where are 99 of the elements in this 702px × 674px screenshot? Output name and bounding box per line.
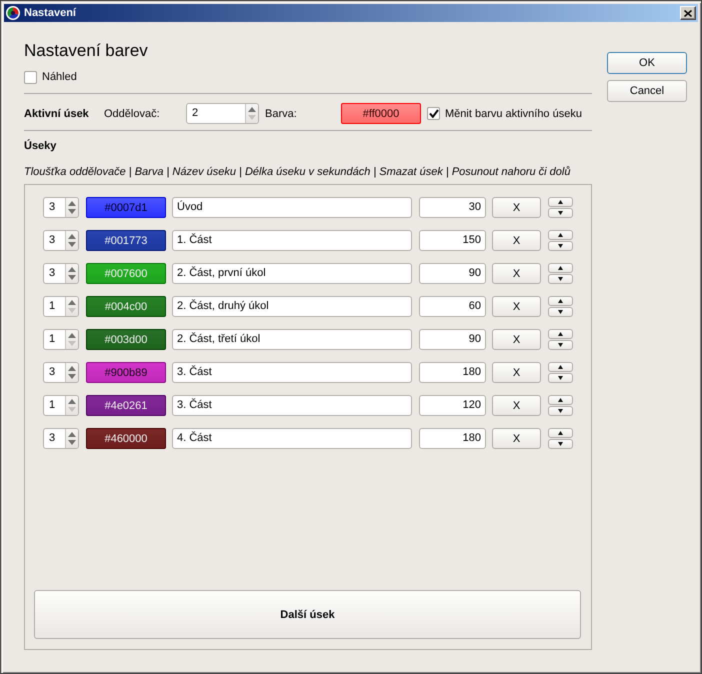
length-field[interactable]: 180 (419, 428, 486, 449)
move-down-button[interactable] (548, 373, 573, 383)
length-field[interactable]: 90 (419, 329, 486, 350)
up-arrow-icon (68, 333, 76, 338)
close-button[interactable] (680, 6, 696, 20)
triangle-down-icon (558, 409, 563, 413)
add-section-button[interactable]: Další úsek (34, 590, 581, 639)
triangle-up-icon (558, 233, 563, 237)
columns-hint: Tloušťka oddělovače | Barva | Název úseku | Délka úseku v sekundách | Smazat úsek | Posunout nahoru či dolů (24, 165, 570, 180)
name-field[interactable]: 4. Část (172, 428, 412, 449)
up-arrow-icon (68, 366, 76, 372)
move-down-button[interactable] (548, 274, 573, 284)
spinbox[interactable]: 1 (43, 296, 79, 317)
move-up-button[interactable] (548, 230, 573, 240)
move-up-button[interactable] (548, 395, 573, 405)
window-title: Nastavení (24, 7, 78, 19)
triangle-down-icon (558, 277, 563, 281)
move-down-button[interactable] (548, 208, 573, 218)
name-field[interactable]: 2. Část, druhý úkol (172, 296, 412, 317)
triangle-up-icon (558, 266, 563, 270)
triangle-down-icon (558, 211, 563, 215)
up-arrow-icon (68, 267, 76, 272)
triangle-up-icon (558, 200, 563, 204)
delete-button[interactable]: X (492, 362, 541, 383)
name-field[interactable]: 2. Část, třetí úkol (172, 329, 412, 350)
checkbox-label: Náhled (42, 71, 77, 83)
triangle-up-icon (558, 398, 563, 402)
name-field[interactable]: 3. Část (172, 362, 412, 383)
color-wheel-icon (6, 6, 20, 20)
move-up-button[interactable] (548, 296, 573, 306)
length-field[interactable]: 90 (419, 263, 486, 284)
length-field[interactable]: 150 (419, 230, 486, 251)
section-label: Aktivní úsek (24, 108, 90, 120)
spinbox[interactable]: 1 (43, 395, 79, 416)
name-field[interactable]: Úvod (172, 197, 412, 218)
name-field[interactable]: 2. Část, první úkol (172, 263, 412, 284)
close-icon (684, 10, 692, 16)
triangle-up-icon (558, 299, 563, 303)
triangle-down-icon (558, 442, 563, 446)
color-button[interactable]: #4e0261 (86, 395, 166, 416)
checkbox[interactable] (24, 70, 37, 84)
length-field[interactable]: 180 (419, 362, 486, 383)
dialog-heading: Nastavení barev (24, 40, 149, 62)
triangle-up-icon (558, 365, 563, 369)
spinbox[interactable]: 3 (43, 428, 79, 449)
cancel-button[interactable]: Cancel (607, 80, 687, 102)
move-down-button[interactable] (548, 307, 573, 317)
checkbox[interactable] (427, 107, 440, 120)
spinbox[interactable]: 3 (43, 230, 79, 251)
triangle-up-icon (558, 332, 563, 336)
move-down-button[interactable] (548, 340, 573, 350)
color-button[interactable]: #001773 (86, 230, 166, 251)
move-up-button[interactable] (548, 428, 573, 438)
color-button[interactable]: #460000 (86, 428, 166, 449)
up-arrow-icon (68, 432, 76, 438)
delete-button[interactable]: X (492, 230, 541, 251)
color-button[interactable]: #003d00 (86, 329, 166, 350)
spinbox[interactable]: 3 (43, 197, 79, 218)
move-down-button[interactable] (548, 406, 573, 416)
triangle-down-icon (558, 244, 563, 248)
move-up-button[interactable] (548, 362, 573, 372)
up-arrow-icon (68, 201, 76, 206)
field-label: Barva: (265, 108, 298, 120)
field-label: Oddělovač: (104, 108, 161, 120)
spinbox[interactable]: 3 (43, 362, 79, 383)
triangle-up-icon (558, 431, 563, 435)
delete-button[interactable]: X (492, 197, 541, 218)
up-arrow-icon (248, 107, 256, 112)
up-arrow-icon (68, 234, 76, 240)
delete-button[interactable]: X (492, 329, 541, 350)
section-title: Úseky (24, 139, 58, 153)
delete-button[interactable]: X (492, 428, 541, 449)
spinbox[interactable]: 2 (186, 103, 259, 124)
delete-button[interactable]: X (492, 395, 541, 416)
spinbox[interactable]: 1 (43, 329, 79, 350)
ok-button[interactable]: OK (607, 52, 687, 74)
length-field[interactable]: 30 (419, 197, 486, 218)
delete-button[interactable]: X (492, 263, 541, 284)
move-down-button[interactable] (548, 241, 573, 251)
move-up-button[interactable] (548, 329, 573, 339)
spinbox[interactable]: 3 (43, 263, 79, 284)
move-up-button[interactable] (548, 263, 573, 273)
up-arrow-icon (68, 300, 76, 306)
triangle-down-icon (558, 343, 563, 347)
name-field[interactable]: 3. Část (172, 395, 412, 416)
triangle-down-icon (558, 310, 563, 314)
checkmark-icon (428, 109, 438, 118)
delete-button[interactable]: X (492, 296, 541, 317)
length-field[interactable]: 120 (419, 395, 486, 416)
move-down-button[interactable] (548, 439, 573, 449)
move-up-button[interactable] (548, 197, 573, 207)
checkbox-label: Měnit barvu aktivního úseku (445, 108, 582, 120)
name-field[interactable]: 1. Část (172, 230, 412, 251)
up-arrow-icon (68, 399, 76, 404)
color-button[interactable]: #004c00 (86, 296, 166, 317)
color-button[interactable]: #ff0000 (341, 103, 421, 124)
color-button[interactable]: #900b89 (86, 362, 166, 383)
length-field[interactable]: 60 (419, 296, 486, 317)
triangle-down-icon (558, 376, 563, 380)
